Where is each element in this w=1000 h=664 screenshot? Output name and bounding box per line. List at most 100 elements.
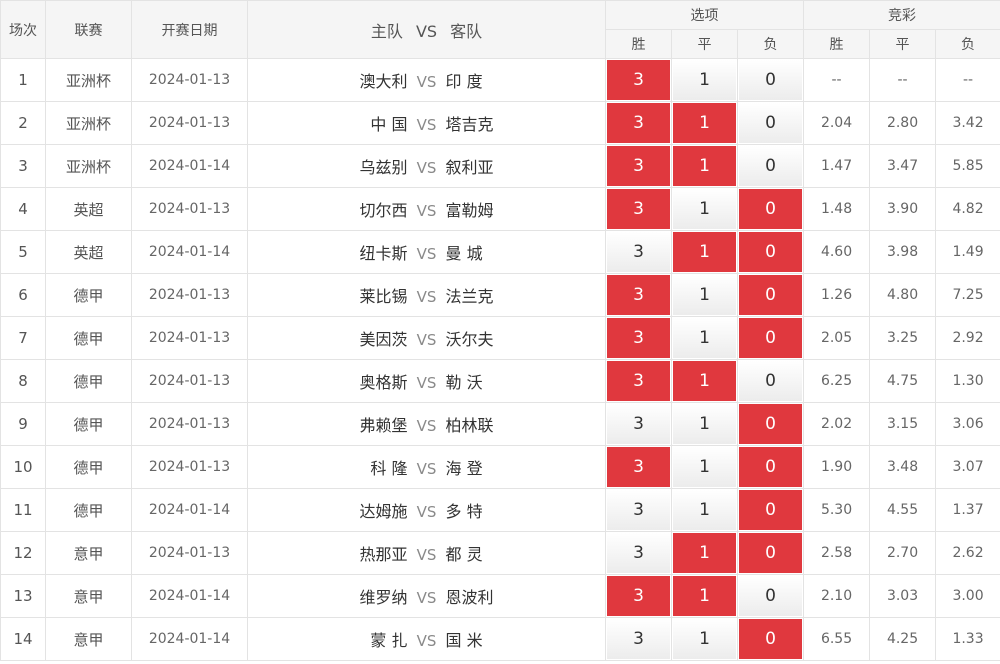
- option-win-button[interactable]: 3: [607, 447, 670, 487]
- option-draw-button[interactable]: 1: [673, 60, 736, 100]
- match-row: 8 德甲 2024-01-13 奥格斯 VS 勒 沃 3 1 0 6.25 4.75…: [0, 359, 1000, 403]
- league-name: 亚洲杯: [45, 58, 132, 102]
- option-draw-button[interactable]: 1: [673, 318, 736, 358]
- odds-win: 5.30: [803, 488, 871, 532]
- option-win-button[interactable]: 3: [607, 361, 670, 401]
- option-draw-label: 1: [699, 113, 710, 133]
- away-team: 都 灵: [445, 545, 483, 564]
- option-win-cell: 3: [605, 101, 672, 145]
- option-loss-label: 0: [765, 328, 776, 348]
- away-team: 法兰克: [445, 287, 494, 306]
- option-draw-button[interactable]: 1: [673, 404, 736, 444]
- option-draw-button[interactable]: 1: [673, 189, 736, 229]
- header-option-loss: 负: [736, 29, 805, 59]
- option-loss-button[interactable]: 0: [739, 318, 803, 358]
- option-win-button[interactable]: 3: [607, 232, 670, 272]
- option-win-button[interactable]: 3: [607, 619, 670, 659]
- vs-label: VS: [416, 331, 437, 349]
- home-team: 奥格斯: [359, 373, 408, 392]
- vs-label: VS: [416, 589, 437, 607]
- option-win-button[interactable]: 3: [607, 146, 670, 186]
- match-no: 7: [0, 316, 46, 360]
- option-draw-button[interactable]: 1: [673, 103, 736, 143]
- home-team: 中 国: [370, 115, 408, 134]
- option-draw-button[interactable]: 1: [673, 232, 736, 272]
- away-team: 塔吉克: [445, 115, 494, 134]
- option-loss-cell: 0: [736, 273, 805, 317]
- option-draw-label: 1: [699, 242, 710, 262]
- option-loss-button[interactable]: 0: [739, 619, 803, 659]
- option-loss-cell: 0: [736, 531, 805, 575]
- option-loss-button[interactable]: 0: [739, 576, 803, 616]
- option-draw-label: 1: [699, 70, 710, 90]
- match-row: 5 英超 2024-01-14 纽卡斯 VS 曼 城 3 1 0 4.60 3.98…: [0, 230, 1000, 274]
- option-win-label: 3: [633, 199, 644, 219]
- option-win-button[interactable]: 3: [607, 576, 670, 616]
- vs-label: VS: [416, 632, 437, 650]
- match-date: 2024-01-13: [131, 316, 248, 360]
- match-teams: 达姆施 VS 多 特: [247, 488, 606, 532]
- odds-loss: 1.30: [935, 359, 1000, 403]
- option-win-label: 3: [633, 543, 644, 563]
- match-no: 11: [0, 488, 46, 532]
- match-date: 2024-01-14: [131, 230, 248, 274]
- option-draw-button[interactable]: 1: [673, 275, 736, 315]
- odds-draw: --: [869, 58, 937, 102]
- option-loss-button[interactable]: 0: [739, 103, 803, 143]
- option-draw-button[interactable]: 1: [673, 533, 736, 573]
- odds-win: 1.47: [803, 144, 871, 188]
- option-draw-cell: 1: [671, 187, 738, 231]
- option-draw-button[interactable]: 1: [673, 576, 736, 616]
- option-loss-button[interactable]: 0: [739, 60, 803, 100]
- option-loss-button[interactable]: 0: [739, 189, 803, 229]
- match-no: 3: [0, 144, 46, 188]
- option-loss-button[interactable]: 0: [739, 146, 803, 186]
- option-win-button[interactable]: 3: [607, 189, 670, 229]
- option-draw-button[interactable]: 1: [673, 146, 736, 186]
- match-no: 5: [0, 230, 46, 274]
- option-draw-button[interactable]: 1: [673, 361, 736, 401]
- odds-win: 2.02: [803, 402, 871, 446]
- option-win-button[interactable]: 3: [607, 60, 670, 100]
- option-win-button[interactable]: 3: [607, 404, 670, 444]
- odds-win: 2.05: [803, 316, 871, 360]
- vs-label: VS: [416, 245, 437, 263]
- option-draw-cell: 1: [671, 101, 738, 145]
- option-loss-button[interactable]: 0: [739, 361, 803, 401]
- option-draw-label: 1: [699, 500, 710, 520]
- match-no: 9: [0, 402, 46, 446]
- option-win-button[interactable]: 3: [607, 275, 670, 315]
- option-win-label: 3: [633, 242, 644, 262]
- option-draw-cell: 1: [671, 359, 738, 403]
- option-win-cell: 3: [605, 359, 672, 403]
- option-win-cell: 3: [605, 144, 672, 188]
- option-loss-button[interactable]: 0: [739, 404, 803, 444]
- option-draw-button[interactable]: 1: [673, 447, 736, 487]
- option-loss-button[interactable]: 0: [739, 275, 803, 315]
- away-team: 恩波利: [445, 588, 494, 607]
- option-draw-button[interactable]: 1: [673, 619, 736, 659]
- option-loss-button[interactable]: 0: [739, 232, 803, 272]
- home-team: 乌兹别: [359, 158, 408, 177]
- home-team: 热那亚: [359, 545, 408, 564]
- vs-label: VS: [416, 460, 437, 478]
- league-name: 德甲: [45, 402, 132, 446]
- option-loss-button[interactable]: 0: [739, 447, 803, 487]
- option-loss-button[interactable]: 0: [739, 533, 803, 573]
- home-team: 弗赖堡: [359, 416, 408, 435]
- option-loss-cell: 0: [736, 101, 805, 145]
- header-home: 主队: [370, 21, 403, 41]
- vs-label: VS: [416, 417, 437, 435]
- option-win-button[interactable]: 3: [607, 103, 670, 143]
- match-row: 1 亚洲杯 2024-01-13 澳大利 VS 印 度 3 1 0 -- -- --: [0, 58, 1000, 102]
- odds-win: 2.58: [803, 531, 871, 575]
- vs-label: VS: [416, 202, 437, 220]
- option-loss-button[interactable]: 0: [739, 490, 803, 530]
- option-draw-button[interactable]: 1: [673, 490, 736, 530]
- option-win-button[interactable]: 3: [607, 318, 670, 358]
- option-win-button[interactable]: 3: [607, 490, 670, 530]
- option-draw-label: 1: [699, 371, 710, 391]
- option-loss-label: 0: [765, 371, 776, 391]
- option-win-button[interactable]: 3: [607, 533, 670, 573]
- option-loss-label: 0: [765, 113, 776, 133]
